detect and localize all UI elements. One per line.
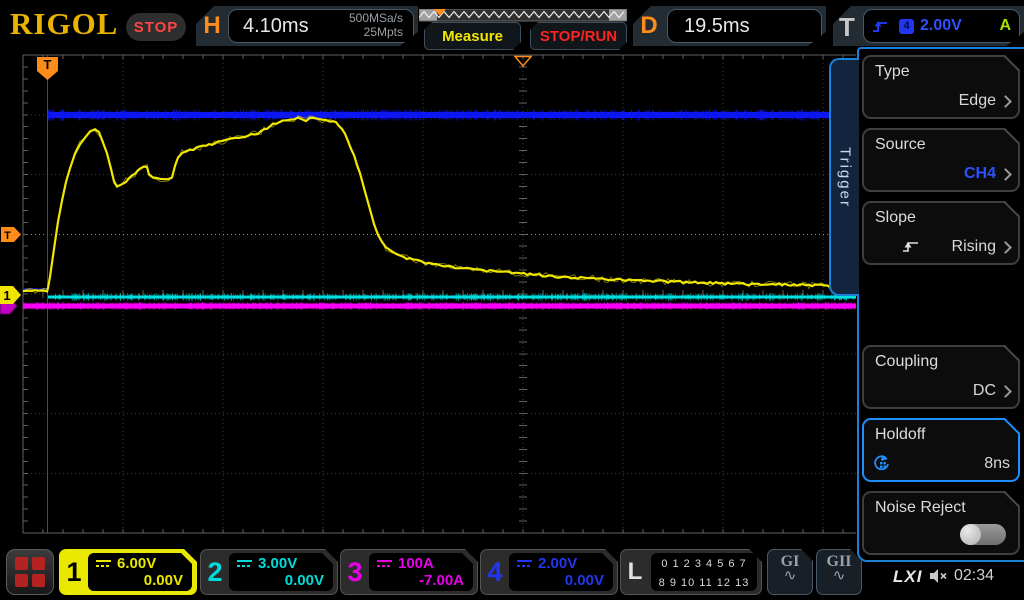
slope-value: Rising bbox=[952, 238, 996, 256]
measure-button[interactable]: Measure bbox=[424, 22, 521, 50]
acquisition-info: 500MSa/s25Mpts bbox=[349, 12, 413, 40]
trigger-level-value: 2.00V bbox=[920, 17, 962, 35]
channel-offset: 0.00V bbox=[565, 572, 604, 589]
menu-items: Type Edge Source CH4 Slope Rising Coupli… bbox=[857, 47, 1024, 558]
ch1-trace bbox=[23, 118, 856, 292]
generator-1-box[interactable]: GI ∿ bbox=[767, 549, 813, 595]
chevron-right-icon bbox=[999, 168, 1012, 181]
source-value: CH4 bbox=[964, 165, 996, 183]
horizontal-label: H bbox=[196, 6, 228, 46]
chevron-right-icon bbox=[999, 241, 1012, 254]
menu-item-slope[interactable]: Slope Rising bbox=[862, 201, 1020, 265]
type-value: Edge bbox=[959, 92, 996, 110]
trigger-label: T bbox=[839, 12, 855, 43]
menu-item-source[interactable]: Source CH4 bbox=[862, 128, 1020, 192]
menu-grid-button[interactable] bbox=[6, 549, 54, 595]
delay-label: D bbox=[633, 6, 665, 46]
sine-wave-icon: ∿ bbox=[768, 571, 812, 581]
svg-text:1: 1 bbox=[3, 288, 10, 303]
clock: 02:34 bbox=[954, 567, 994, 585]
channel-offset: 0.00V bbox=[144, 572, 183, 589]
channel-3-box[interactable]: 3 100A -7.00A bbox=[340, 549, 478, 595]
chevron-right-icon bbox=[999, 385, 1012, 398]
run-state-badge: STOP bbox=[126, 13, 186, 41]
channel-scale: 3.00V bbox=[258, 555, 297, 572]
rigol-logo: RIGOL bbox=[10, 6, 118, 42]
trigger-source-badge: 4 bbox=[899, 19, 914, 34]
trigger-mode: A bbox=[999, 17, 1011, 35]
channel-1-box[interactable]: 1 6.00V 0.00V bbox=[59, 549, 197, 595]
menu-item-type[interactable]: Type Edge bbox=[862, 55, 1020, 119]
graticule bbox=[23, 55, 856, 533]
digital-channels-box[interactable]: L 0 1 2 3 4 5 6 7 8 9 10 11 12 13 14 15 bbox=[620, 549, 762, 595]
svg-text:T: T bbox=[44, 57, 52, 72]
sine-wave-icon: ∿ bbox=[817, 571, 861, 581]
chevron-right-icon bbox=[999, 95, 1012, 108]
ch1-trace bbox=[23, 116, 856, 294]
channel-scale: 6.00V bbox=[117, 555, 156, 572]
coupling-value: DC bbox=[973, 382, 996, 400]
horizontal-box[interactable]: H 4.10ms 500MSa/s25Mpts bbox=[196, 6, 418, 46]
menu-item-holdoff[interactable]: Holdoff 8ns bbox=[862, 418, 1020, 482]
dc-coupling-icon bbox=[236, 558, 253, 569]
oscilloscope-screen: RIGOL STOP H 4.10ms 500MSa/s25Mpts Measu… bbox=[0, 0, 1024, 600]
digital-row-1: 0 1 2 3 4 5 6 7 bbox=[651, 555, 757, 574]
channel-offset: -7.00A bbox=[419, 572, 464, 589]
timebase-value: 4.10ms bbox=[229, 15, 309, 38]
generator-2-box[interactable]: GII ∿ bbox=[816, 549, 862, 595]
channel-4-box[interactable]: 4 2.00V 0.00V bbox=[480, 549, 618, 595]
menu-item-coupling[interactable]: Coupling DC bbox=[862, 345, 1020, 409]
rising-slope-icon bbox=[902, 239, 920, 254]
noise-reject-toggle[interactable] bbox=[960, 524, 1006, 545]
stop-run-button[interactable]: STOP/RUN bbox=[530, 22, 627, 50]
trigger-status-box[interactable]: T 4 2.00V A bbox=[833, 6, 1024, 46]
delay-value: 19.5ms bbox=[668, 15, 750, 38]
svg-text:T: T bbox=[4, 230, 11, 242]
digital-row-2: 8 9 10 11 12 13 14 15 bbox=[651, 574, 757, 600]
channel-2-box[interactable]: 2 3.00V 0.00V bbox=[200, 549, 338, 595]
rotate-dial-icon bbox=[872, 454, 891, 472]
memory-position-bar[interactable] bbox=[419, 9, 627, 22]
menu-item-noise-reject[interactable]: Noise Reject bbox=[862, 491, 1020, 555]
trigger-menu-tab[interactable]: Trigger bbox=[829, 58, 859, 296]
waveform-display: T T 1 bbox=[0, 50, 858, 546]
dc-coupling-icon bbox=[516, 558, 533, 569]
channel-scale: 100A bbox=[398, 555, 434, 572]
lxi-logo: LXI bbox=[893, 567, 922, 587]
grid-icon bbox=[15, 557, 45, 587]
channel-offset: 0.00V bbox=[285, 572, 324, 589]
dc-coupling-icon bbox=[376, 558, 393, 569]
delay-box[interactable]: D 19.5ms bbox=[633, 6, 826, 46]
holdoff-value: 8ns bbox=[984, 455, 1010, 473]
channel-scale: 2.00V bbox=[538, 555, 577, 572]
rising-edge-icon bbox=[872, 18, 889, 34]
sound-muted-icon bbox=[928, 568, 948, 584]
dc-coupling-icon bbox=[95, 558, 112, 569]
